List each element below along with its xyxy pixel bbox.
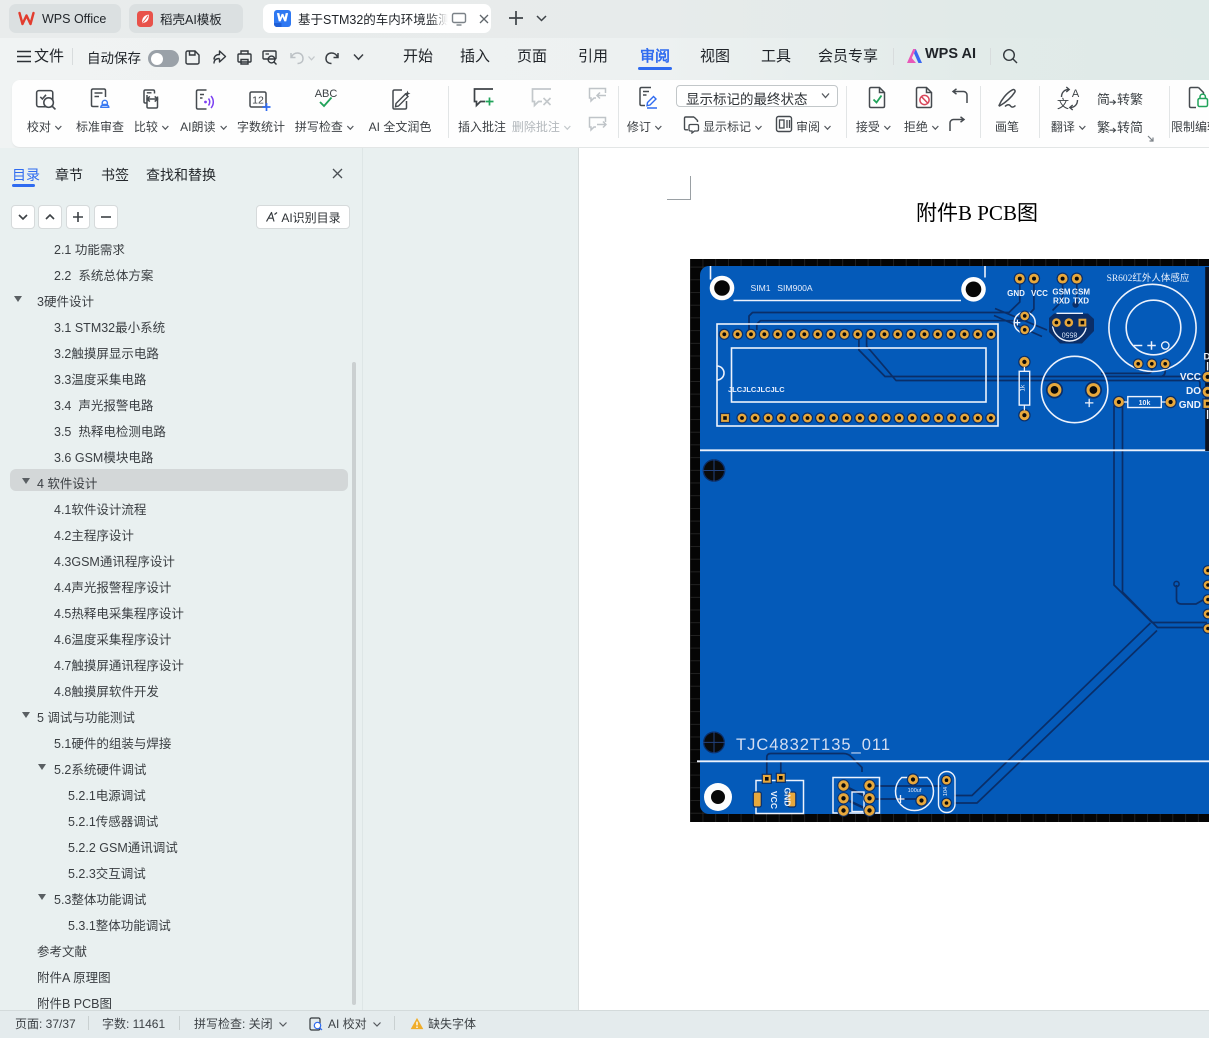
svg-text:GSM: GSM bbox=[1052, 288, 1071, 297]
svg-text:D: D bbox=[1204, 352, 1209, 363]
svg-text:TXD: TXD bbox=[1073, 297, 1089, 306]
svg-text:104: 104 bbox=[943, 787, 949, 796]
svg-text:JLCJLCJLCJLC: JLCJLCJLCJLC bbox=[728, 385, 785, 394]
svg-text:10k: 10k bbox=[1139, 400, 1151, 407]
svg-text:1k: 1k bbox=[1020, 384, 1027, 392]
svg-text:A: A bbox=[1072, 88, 1080, 100]
svg-text:DO: DO bbox=[1186, 386, 1201, 397]
svg-text:ABC: ABC bbox=[315, 88, 338, 100]
svg-text:12: 12 bbox=[252, 95, 264, 107]
svg-text:VCC: VCC bbox=[1031, 289, 1048, 298]
svg-text:100uf: 100uf bbox=[908, 788, 922, 794]
svg-text:SIM1: SIM1 bbox=[751, 283, 771, 293]
svg-text:VCC: VCC bbox=[1180, 372, 1201, 383]
svg-text:GND: GND bbox=[1007, 289, 1025, 298]
svg-text:TJC4832T135_011: TJC4832T135_011 bbox=[736, 736, 891, 754]
svg-text:RXD: RXD bbox=[1053, 297, 1070, 306]
svg-text:文: 文 bbox=[1057, 96, 1069, 111]
svg-text:SR602红外人体感应: SR602红外人体感应 bbox=[1107, 272, 1190, 284]
svg-text:GND: GND bbox=[1179, 400, 1201, 411]
svg-text:SIM900A: SIM900A bbox=[777, 283, 813, 293]
svg-text:8550: 8550 bbox=[1062, 331, 1078, 338]
svg-text:GSM: GSM bbox=[1072, 288, 1091, 297]
svg-text:GND: GND bbox=[782, 788, 792, 807]
svg-text:VCC: VCC bbox=[769, 791, 779, 809]
